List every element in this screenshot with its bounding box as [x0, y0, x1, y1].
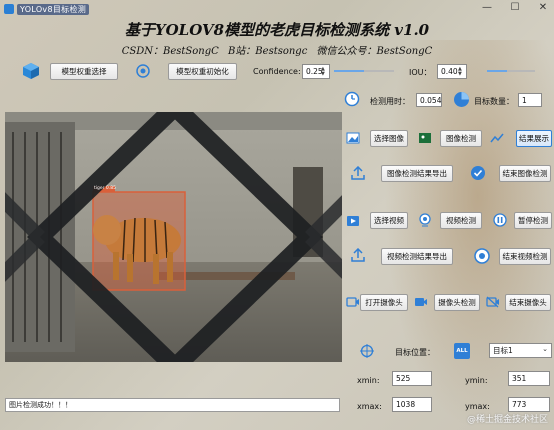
spin-arrows-icon[interactable]: ▲ ▼ [458, 65, 465, 78]
slider-fill [334, 70, 364, 72]
end-image-detect-button[interactable]: 结束图像检测 [499, 165, 551, 182]
camera-icon [346, 296, 360, 308]
iou-value: 0.40 [441, 67, 458, 76]
pause-detect-button[interactable]: 暂停检测 [514, 212, 552, 229]
confidence-slider[interactable] [334, 66, 394, 76]
xmin-label: xmin: [357, 376, 380, 385]
slider-track [507, 70, 535, 72]
camera-off-icon [486, 296, 500, 308]
app-icon [4, 4, 14, 14]
detection-image: tiger 0.85 [5, 112, 342, 362]
detection-label: tiger 0.85 [94, 186, 116, 191]
target-position-label: 目标位置： [395, 348, 435, 357]
window-controls: — ☐ ✕ [480, 2, 550, 13]
cube-icon [22, 62, 40, 80]
maximize-button[interactable]: ☐ [508, 2, 522, 13]
xmin-field: 525 [392, 371, 432, 386]
count-label: 目标数量： [474, 97, 514, 106]
iou-slider[interactable] [487, 66, 535, 76]
ymin-label: ymin: [465, 376, 488, 385]
upload-icon [350, 166, 366, 180]
confidence-spinbox[interactable]: 0.25 ▲ ▼ [302, 64, 330, 79]
detect-video-button[interactable]: 视频检测 [440, 212, 482, 229]
iou-spinbox[interactable]: 0.40 ▲ ▼ [437, 64, 467, 79]
iou-label: IOU： [409, 68, 432, 77]
select-image-button[interactable]: 选择图像 [370, 130, 408, 147]
target-select[interactable]: 目标1 ⌄ [489, 343, 552, 358]
chevron-down-icon: ⌄ [542, 345, 548, 353]
open-camera-button[interactable]: 打开摄像头 [360, 294, 408, 311]
status-bar: 图片检测成功！！！ [5, 398, 340, 412]
end-camera-button[interactable]: 结束摄像头 [505, 294, 551, 311]
page-subtitle: CSDN：BestSongC B站：Bestsongc 微信公众号：BestSo… [121, 46, 433, 57]
xmax-label: xmax: [357, 402, 382, 411]
ymax-label: ymax: [465, 402, 490, 411]
target-selected: 目标1 [493, 346, 513, 355]
pie-chart-icon [453, 91, 470, 108]
minimize-button[interactable]: — [480, 2, 494, 13]
watermark: @稀土掘金技术社区 [466, 415, 548, 425]
stop-icon [474, 248, 490, 264]
ymin-field: 351 [508, 371, 550, 386]
time-value: 0.054 [416, 93, 442, 107]
close-button[interactable]: ✕ [536, 2, 550, 13]
video-icon [346, 214, 360, 228]
window-title: YOLOv8目标检测 [17, 3, 90, 15]
time-label: 检测用时： [370, 97, 410, 106]
image-icon [346, 131, 360, 145]
slider-track [364, 70, 394, 72]
all-label: ALL [456, 348, 468, 354]
show-result-button[interactable]: 结果展示 [516, 130, 552, 147]
settings-target-icon [135, 63, 151, 79]
pause-icon [493, 213, 507, 227]
window-titlebar: YOLOv8目标检测 — ☐ ✕ [0, 0, 554, 18]
model-select-button[interactable]: 模型权重选择 [50, 63, 118, 80]
upload-icon [350, 248, 366, 262]
confidence-label: Confidence: [253, 67, 301, 76]
timer-icon [344, 91, 360, 107]
camera-detect-button[interactable]: 摄像头检测 [434, 294, 480, 311]
image-detect-icon [418, 131, 432, 145]
export-image-result-button[interactable]: 图像检测结果导出 [381, 165, 453, 182]
check-circle-icon [470, 165, 486, 181]
webcam-icon [418, 213, 432, 227]
line-chart-icon [490, 132, 504, 144]
page-title: 基于YOLOV8模型的老虎目标检测系统 v1.0 [124, 21, 430, 39]
location-icon [360, 344, 374, 358]
export-video-result-button[interactable]: 视频检测结果导出 [381, 248, 453, 265]
slider-fill [487, 70, 507, 72]
camera-detect-icon [414, 296, 428, 308]
spin-arrows-icon[interactable]: ▲ ▼ [321, 65, 328, 78]
model-init-button[interactable]: 模型权重初始化 [168, 63, 237, 80]
end-video-detect-button[interactable]: 结束视频检测 [499, 248, 551, 265]
count-value: 1 [518, 93, 542, 107]
detect-image-button[interactable]: 图像检测 [440, 130, 482, 147]
xmax-field: 1038 [392, 397, 432, 412]
all-targets-icon: ALL [454, 343, 470, 359]
select-video-button[interactable]: 选择视频 [370, 212, 408, 229]
ymax-field: 773 [508, 397, 550, 412]
